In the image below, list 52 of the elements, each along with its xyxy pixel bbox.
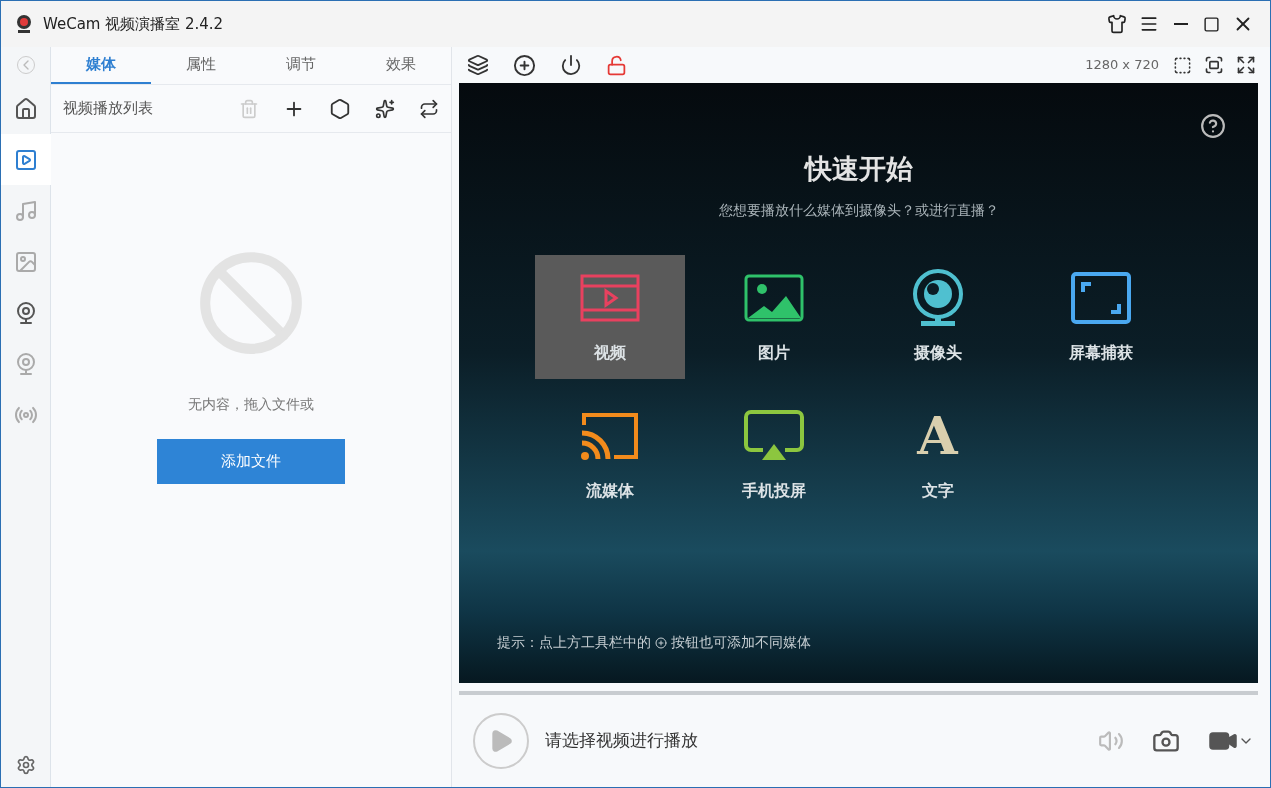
layers-button[interactable] xyxy=(467,54,489,76)
music-icon xyxy=(13,198,38,223)
media-type-button[interactable]: 流媒体 xyxy=(535,392,685,517)
playlist-title: 视频播放列表 xyxy=(63,98,153,120)
picture-icon xyxy=(743,273,804,322)
media-type-button[interactable]: 摄像头 xyxy=(862,254,1013,379)
settings-button[interactable] xyxy=(15,755,36,775)
menu-button[interactable] xyxy=(1139,14,1159,34)
repeat-button[interactable] xyxy=(419,98,439,119)
window-title: WeCam 视频演播室 2.4.2 xyxy=(43,13,224,35)
hexagon-button[interactable] xyxy=(329,97,351,120)
webcam-icon xyxy=(910,268,965,327)
media-type-button[interactable]: A 文字 xyxy=(862,392,1013,517)
skin-button[interactable] xyxy=(1107,14,1127,34)
hint-text: 提示：点上方工具栏中的 xyxy=(497,633,651,652)
quick-start-title: 快速开始 xyxy=(804,152,913,186)
tab[interactable]: 媒体 xyxy=(51,47,151,84)
overlay-button[interactable] xyxy=(1173,55,1192,75)
cast-icon xyxy=(580,410,640,461)
help-button[interactable] xyxy=(1200,113,1226,139)
app-logo-icon xyxy=(15,14,33,34)
sidebar-video-button[interactable] xyxy=(1,134,51,185)
video-icon xyxy=(13,147,38,172)
media-type-button[interactable]: 图片 xyxy=(698,254,849,379)
film-icon xyxy=(580,273,640,322)
add-media-icon xyxy=(655,636,667,649)
tab[interactable]: 属性 xyxy=(151,47,251,84)
maximize-button[interactable] xyxy=(1203,15,1220,33)
image-icon xyxy=(13,249,38,274)
power-button[interactable] xyxy=(560,54,582,76)
tab[interactable]: 效果 xyxy=(351,47,451,84)
media-type-button[interactable]: 视频 xyxy=(535,254,685,379)
media-type-button[interactable]: 屏幕捕获 xyxy=(1026,254,1177,379)
screen-mirror-icon xyxy=(742,409,805,462)
player-status: 请选择视频进行播放 xyxy=(545,729,698,753)
minimize-button[interactable] xyxy=(1171,23,1191,25)
media-type-button[interactable]: 手机投屏 xyxy=(698,392,849,517)
expand-button[interactable] xyxy=(1236,55,1256,75)
hint-text: 按钮也可添加不同媒体 xyxy=(671,633,811,652)
fit-screen-button[interactable] xyxy=(1204,55,1224,75)
add-media-button[interactable] xyxy=(513,53,536,77)
screen-capture-icon xyxy=(1071,271,1132,324)
empty-message: 无内容，拖入文件或 xyxy=(188,395,314,414)
resolution-label: 1280 x 720 xyxy=(1085,56,1159,75)
sparkle-button[interactable] xyxy=(375,98,395,119)
add-file-button[interactable]: 添加文件 xyxy=(157,439,345,484)
quick-start-subtitle: 您想要播放什么媒体到摄像头？或进行直播？ xyxy=(718,200,999,220)
letter-icon: A xyxy=(917,409,958,462)
minimize-icon xyxy=(1174,23,1188,25)
unlock-button[interactable] xyxy=(606,54,627,76)
home-icon xyxy=(13,96,38,121)
tab[interactable]: 调节 xyxy=(251,47,351,84)
